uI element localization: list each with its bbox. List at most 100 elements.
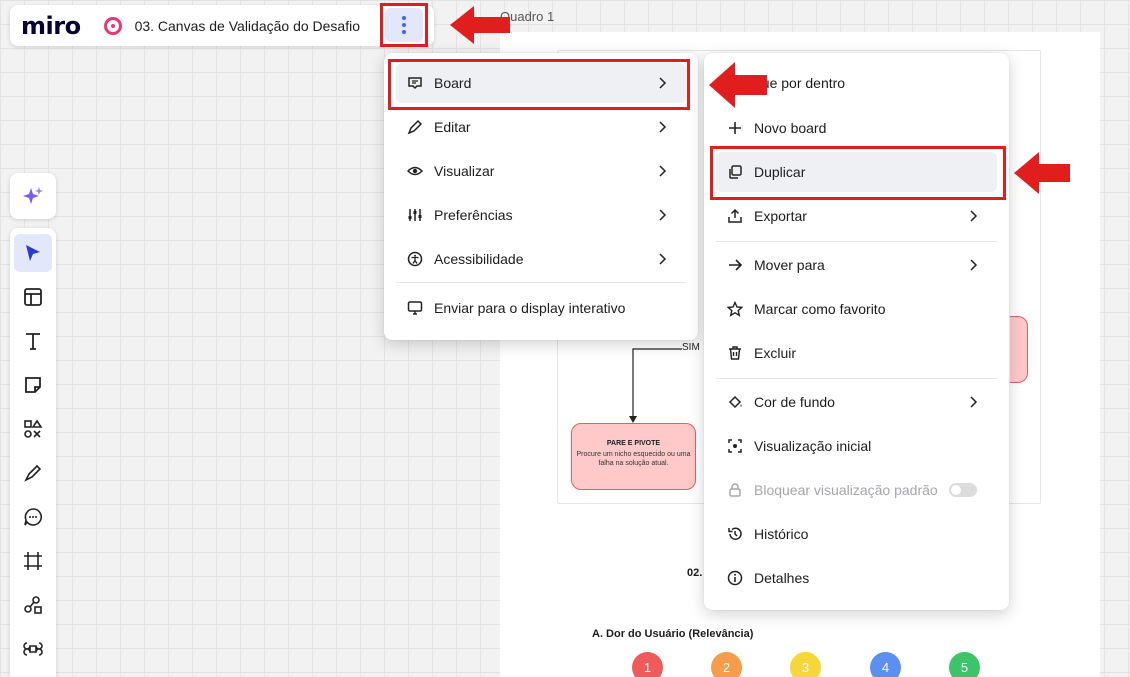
highlight-box-board [388,59,690,110]
section-number: 02. [687,567,703,579]
cursor-icon [26,245,40,261]
comment-icon [24,508,42,526]
shapes-icon [24,419,43,438]
rating-option-3[interactable]: 3 [790,652,821,677]
board-menu-button[interactable] [380,3,428,47]
board-title[interactable]: 03. Canvas de Validação do Desafio [135,18,360,34]
menu-item-marcar-como-favorito[interactable]: Marcar como favorito [716,289,997,329]
menu-item-label: Editar [434,119,471,135]
red-arrow-icon [709,62,767,108]
menu-item-visualizar[interactable]: Visualizar [396,151,686,191]
rating-option-5[interactable]: 5 [949,652,980,677]
menu-item-excluir[interactable]: Excluir [716,333,997,373]
chevron-right-icon [965,257,981,273]
eye-icon [406,162,424,180]
trash-icon [726,344,744,362]
diagram-icon [24,596,42,614]
chevron-right-icon [654,251,670,267]
frame-icon [24,552,42,570]
menu-item-editar[interactable]: Editar [396,107,686,147]
menu-item-label: Excluir [754,345,797,361]
chevron-right-icon [654,119,670,135]
top-bar: miro 03. Canvas de Validação do Desafio [10,5,434,46]
rating-option-2[interactable]: 2 [711,652,742,677]
text-icon [26,333,40,350]
board-submenu: que por dentro Novo board Duplicar Exportar… [704,53,1009,610]
ai-sparkle-button[interactable] [10,173,56,219]
menu-item-label: Visualizar [434,163,495,179]
sparkle-icon [23,187,43,204]
menu-item-visualizacao-inicial[interactable]: Visualização inicial [716,426,997,466]
red-arrow-icon [1014,152,1070,194]
menu-item-label: Enviar para o display interativo [434,300,626,316]
menu-item-label: Novo board [754,120,827,136]
flow-box-pivot[interactable]: PARE E PIVOTE Procure um nicho esquecido… [571,423,696,490]
flow-label-yes: SIM [682,342,700,353]
menu-item-exportar[interactable]: Exportar [716,196,997,236]
pen-icon [24,464,42,482]
menu-item-mover-para[interactable]: Mover para [716,245,997,285]
menu-item-acessibilidade[interactable]: Acessibilidade [396,239,686,279]
menu-item-label: Acessibilidade [434,251,524,267]
menu-item-label: Exportar [754,208,807,224]
chevron-right-icon [965,394,981,410]
templates-tool[interactable] [14,278,52,316]
chevron-right-icon [965,208,981,224]
accessibility-icon [406,250,424,268]
flow-box-text: Procure um nicho esquecido ou uma falha … [576,451,691,468]
sticky-note-icon [25,377,41,393]
comment-tool[interactable] [14,498,52,536]
rating-option-4[interactable]: 4 [870,652,901,677]
menu-item-label: Histórico [754,526,809,542]
menu-divider [716,241,997,242]
command-icon [23,642,43,656]
star-icon [726,300,744,318]
flow-box-title: PARE E PIVOTE [606,440,661,447]
integrations-tool[interactable] [14,630,52,668]
menu-item-detalhes[interactable]: Detalhes [716,558,997,598]
shapes-tool[interactable] [14,410,52,448]
menu-item-cor-de-fundo[interactable]: Cor de fundo [716,382,997,422]
menu-item-novo-board[interactable]: Novo board [716,108,997,148]
lock-icon [726,481,744,499]
menu-item-label: Mover para [754,257,825,273]
diagram-tool[interactable] [14,586,52,624]
menu-item-label: Marcar como favorito [754,301,886,317]
layout-icon [24,288,42,306]
miro-logo[interactable]: miro [21,12,81,40]
menu-item-label: Detalhes [754,570,810,586]
menu-divider [396,282,686,283]
rating-option-1[interactable]: 1 [632,652,663,677]
pen-icon [406,118,424,136]
menu-item-label: Preferências [434,207,513,223]
left-toolbar [10,228,56,677]
menu-item-label: Bloquear visualização padrão [754,482,938,498]
menu-divider [716,378,997,379]
frame-tool[interactable] [14,542,52,580]
info-icon [726,569,744,587]
kebab-icon [385,8,423,42]
initial-view-icon [726,437,744,455]
flow-box-partial[interactable] [1010,316,1028,383]
select-tool[interactable] [14,234,52,272]
display-icon [406,299,424,317]
paint-bucket-icon [726,393,744,411]
flow-connector [629,348,682,423]
arrow-right-icon [726,256,744,274]
highlight-box-duplicar [710,146,1006,200]
red-arrow-icon [450,6,510,44]
menu-item-enviar-para-o-display-interativo[interactable]: Enviar para o display interativo [396,288,686,328]
board-icon [103,16,122,35]
menu-item-label: Cor de fundo [754,394,835,410]
menu-item-historico[interactable]: Histórico [716,514,997,554]
menu-item-preferencias[interactable]: Preferências [396,195,686,235]
menu-item-label: Visualização inicial [754,438,872,454]
text-tool[interactable] [14,322,52,360]
sticky-note-tool[interactable] [14,366,52,404]
menu-item-bloquear-visualizacao-padrao: Bloquear visualização padrão [716,470,997,510]
chevron-right-icon [654,207,670,223]
section-title: A. Dor do Usuário (Relevância) [592,628,754,640]
pen-tool[interactable] [14,454,52,492]
chevron-right-icon [654,163,670,179]
export-icon [726,207,744,225]
